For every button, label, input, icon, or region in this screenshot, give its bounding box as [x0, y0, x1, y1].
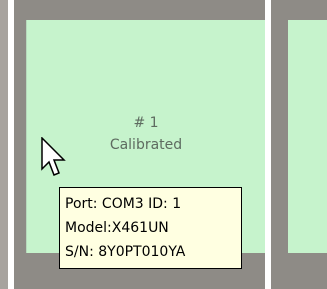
tooltip-port-id-line: Port: COM3 ID: 1	[65, 196, 182, 212]
arrow-pointer-icon	[41, 137, 66, 176]
panel-separator	[8, 0, 14, 289]
top-frame-band	[14, 0, 327, 20]
tooltip-serial-line: S/N: 8Y0PT010YA	[65, 244, 186, 260]
device-info-tooltip: Port: COM3 ID: 1 Model:X461UN S/N: 8Y0PT…	[59, 187, 242, 269]
panel-separator	[265, 0, 271, 289]
left-frame-strip	[0, 0, 8, 289]
tooltip-model-line: Model:X461UN	[65, 220, 169, 236]
device-panel-2[interactable]	[288, 20, 327, 253]
device-number-label: # 1	[133, 115, 159, 131]
